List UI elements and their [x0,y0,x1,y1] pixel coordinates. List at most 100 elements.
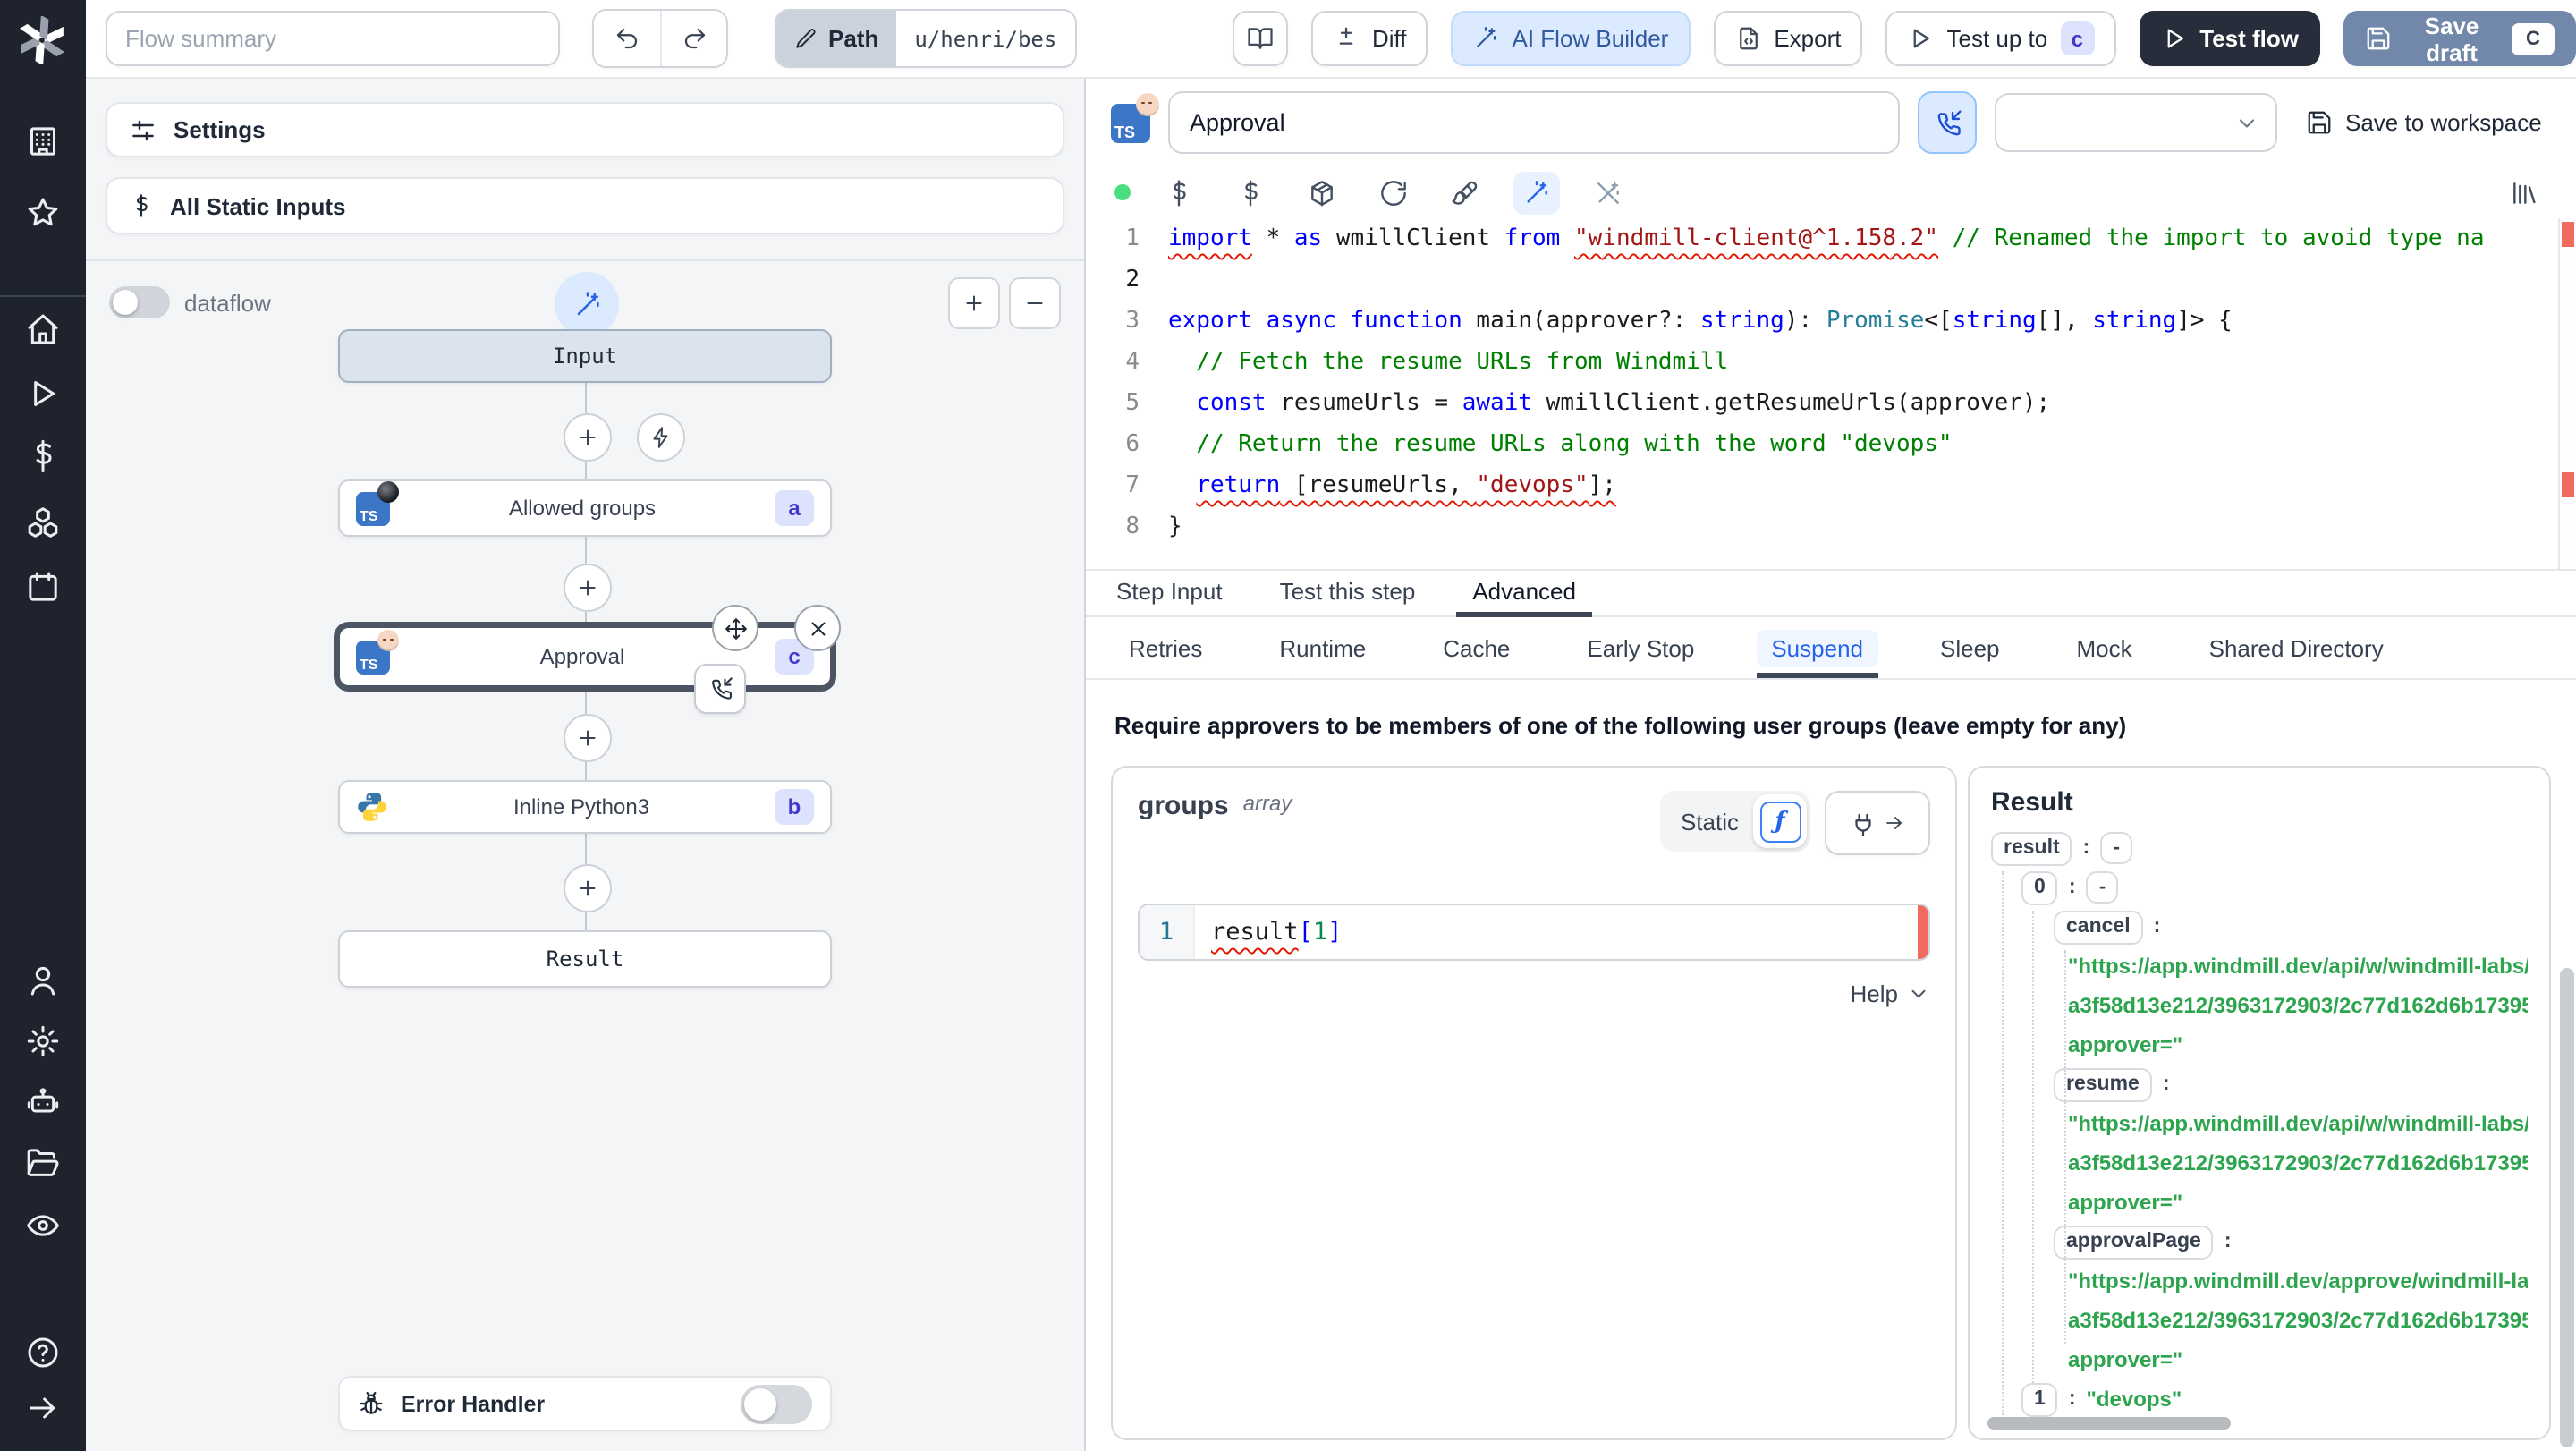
audit-logs-icon[interactable] [25,1208,61,1243]
code-line: 4 // Fetch the resume URLs from Windmill [1125,349,1729,376]
expand-sidebar-icon[interactable] [25,1390,61,1426]
schedules-icon[interactable] [25,569,61,605]
flow-graph: Input TS Allowed groups a TS Approval c [86,329,1084,1451]
delete-step-button[interactable] [794,605,841,651]
folders-icon[interactable] [25,1145,61,1181]
flow-panel: Settings All Static Inputs dataflow Inpu… [86,79,1086,1451]
result-node[interactable]: Result [338,930,832,988]
insert-step-button[interactable] [564,714,612,762]
tab-shared-directory[interactable]: Shared Directory [2195,617,2398,678]
tree-row: "https://app.windmill.dev/api/w/windmill… [2068,1111,2528,1136]
typescript-badge: TS [1111,92,1159,142]
connect-input-button[interactable] [1825,791,1930,855]
save-to-workspace-button[interactable]: Save to workspace [2306,109,2542,136]
workspace-icon[interactable] [25,123,61,159]
tab-retries[interactable]: Retries [1114,617,1216,678]
undo-button[interactable] [594,11,660,66]
all-static-inputs-button[interactable]: All Static Inputs [106,177,1064,234]
zoom-out-button[interactable] [1009,277,1061,329]
dollar-icon [1165,178,1193,207]
code-line: 7 return [resumeUrls, "devops"]; [1125,472,1616,499]
insert-step-button[interactable] [564,413,612,462]
flow-settings-button[interactable]: Settings [106,102,1064,157]
tab-suspend[interactable]: Suspend [1757,617,1878,678]
tree-row: approver=" [2068,1032,2183,1057]
runs-icon[interactable] [25,376,61,412]
collapse-button[interactable]: - [2086,871,2119,904]
phone-incoming-icon [708,676,733,701]
tab-step-input[interactable]: Step Input [1114,578,1224,615]
export-button[interactable]: Export [1713,11,1863,66]
horizontal-scrollbar[interactable] [1987,1417,2232,1430]
tab-early-stop[interactable]: Early Stop [1572,617,1708,678]
ai-flow-builder-button[interactable]: AI Flow Builder [1451,11,1690,66]
save-icon [2365,25,2392,52]
ai-graph-wand-button[interactable] [555,272,619,336]
library-button[interactable] [2501,171,2547,214]
insert-step-button[interactable] [564,564,612,612]
format-button[interactable] [1442,171,1488,214]
docs-button[interactable] [1232,11,1288,66]
input-node[interactable]: Input [338,329,832,383]
help-dropdown[interactable]: Help [1138,980,1930,1007]
plus-icon [576,877,599,900]
paintbrush-icon [1451,178,1479,207]
favorites-icon[interactable] [25,195,61,231]
tree-row: 1: "devops" [1991,1379,2528,1419]
redo-button[interactable] [660,11,726,66]
windmill-logo-icon[interactable] [18,16,66,64]
users-icon[interactable] [25,963,61,998]
tab-test-this-step[interactable]: Test this step [1278,578,1418,615]
tab-sleep[interactable]: Sleep [1926,617,2014,678]
step-node-allowed-groups[interactable]: TS Allowed groups a [338,479,832,537]
test-up-to-button[interactable]: Test up to c [1885,11,2116,66]
settings-label: Settings [174,116,266,143]
static-label: Static [1680,808,1739,835]
ai-assistant-off-button[interactable] [1585,171,1631,214]
dataflow-toggle[interactable] [109,286,170,318]
settings-icon[interactable] [25,1023,61,1059]
variables-button[interactable] [1156,171,1202,214]
ai-assistant-button[interactable] [1513,171,1560,214]
diff-button[interactable]: Diff [1310,11,1428,66]
step-node-inline-python3[interactable]: Inline Python3 b [338,780,832,834]
expression-mode-button[interactable]: ƒ [1753,794,1807,848]
insert-step-button[interactable] [564,864,612,912]
window-scrollbar[interactable] [2560,968,2574,1447]
export-label: Export [1774,25,1842,52]
tab-advanced[interactable]: Advanced [1456,578,1592,617]
test-flow-button[interactable]: Test flow [2139,11,2320,66]
workers-icon[interactable] [25,1084,61,1120]
step-name-input[interactable] [1168,91,1900,154]
flow-summary-input[interactable] [106,11,560,66]
step-node-label: Allowed groups [508,496,657,521]
help-icon[interactable] [25,1335,61,1370]
collapse-button[interactable]: - [2100,832,2133,864]
code-editor[interactable]: 1 import * as wmillClient from "windmill-… [1086,218,2576,571]
path-group[interactable]: Path u/henri/bes [775,9,1077,68]
suspend-toggle-button[interactable] [1918,91,1977,154]
error-handler-card[interactable]: Error Handler [338,1376,832,1431]
error-handler-toggle[interactable] [741,1384,812,1423]
contextual-variables-button[interactable] [1227,171,1274,214]
tab-runtime[interactable]: Runtime [1265,617,1380,678]
script-version-select[interactable] [1995,93,2277,152]
move-step-button[interactable] [712,605,758,651]
tree-row: 0:- [1991,868,2528,907]
groups-expression-editor[interactable]: 1 result[1] [1138,904,1930,961]
wand-off-icon [1594,178,1623,207]
home-icon[interactable] [25,311,61,347]
test-up-to-label: Test up to [1946,25,2048,52]
reload-button[interactable] [1370,171,1417,214]
step-node-approval-selected[interactable]: TS Approval c [338,626,832,687]
zoom-in-button[interactable] [948,277,1000,329]
package-button[interactable] [1299,171,1345,214]
trigger-button[interactable] [637,413,685,462]
tab-cache[interactable]: Cache [1428,617,1524,678]
variables-icon[interactable] [25,438,61,474]
tab-mock[interactable]: Mock [2063,617,2147,678]
save-draft-button[interactable]: Save draft C [2343,11,2576,66]
resources-icon[interactable] [25,505,61,540]
step-avatar [377,629,399,650]
suspend-phone-badge[interactable] [694,664,746,714]
